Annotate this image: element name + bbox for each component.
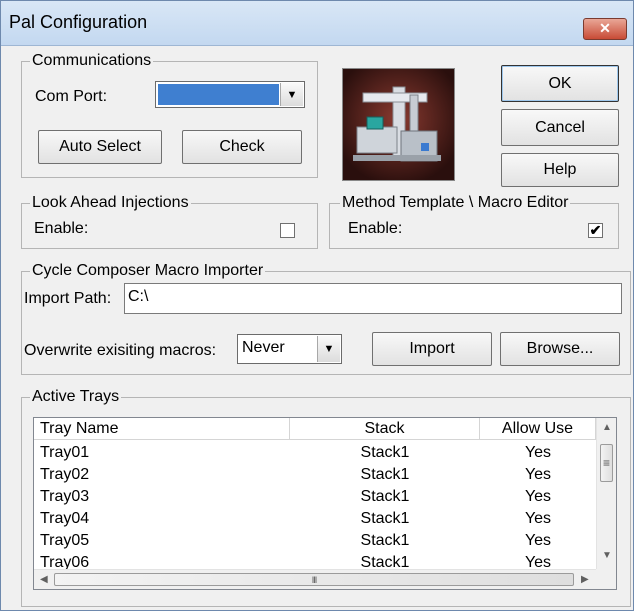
- tray-name-cell: Tray06: [40, 554, 90, 570]
- horizontal-scrollbar[interactable]: ◀ III ▶: [34, 569, 596, 589]
- scroll-down-icon[interactable]: ▼: [602, 550, 612, 561]
- allow-use-cell: Yes: [524, 532, 552, 549]
- communications-group: Communications Com Port: ▼ Auto Select C…: [21, 52, 318, 178]
- scroll-left-icon[interactable]: ◀: [40, 574, 48, 585]
- chevron-down-icon[interactable]: ▼: [280, 83, 303, 106]
- look-ahead-enable-label: Enable:: [34, 220, 89, 237]
- window-title: Pal Configuration: [9, 12, 148, 32]
- check-button[interactable]: Check: [182, 130, 302, 164]
- cycle-composer-legend: Cycle Composer Macro Importer: [30, 262, 266, 280]
- stack-cell: Stack1: [360, 444, 410, 461]
- method-template-group: Method Template \ Macro Editor Enable: ✔: [329, 194, 619, 249]
- allow-use-cell: Yes: [524, 510, 552, 527]
- stack-cell: Stack1: [360, 554, 410, 570]
- grip-icon: III: [311, 574, 317, 585]
- tray-name-cell: Tray03: [40, 488, 90, 505]
- import-path-label: Import Path:: [24, 290, 112, 307]
- table-row[interactable]: Tray05 Stack1 Yes: [34, 530, 596, 552]
- import-path-value: C:\: [128, 288, 149, 305]
- look-ahead-legend: Look Ahead Injections: [30, 194, 191, 212]
- method-template-legend: Method Template \ Macro Editor: [340, 194, 571, 212]
- active-trays-list[interactable]: Tray Name Stack Allow Use Tray01 Stack1 …: [33, 417, 617, 590]
- communications-legend: Communications: [30, 52, 154, 70]
- close-button[interactable]: ✕: [583, 18, 627, 40]
- column-header-tray-name[interactable]: Tray Name: [34, 418, 290, 440]
- checkmark-icon: ✔: [589, 222, 602, 238]
- pal-instrument-image: [342, 68, 455, 181]
- cancel-button[interactable]: Cancel: [501, 109, 619, 146]
- tray-name-cell: Tray01: [40, 444, 90, 461]
- vertical-scrollbar[interactable]: ▲ ≡ ▼: [596, 418, 616, 570]
- pal-configuration-window: Pal Configuration ✕ Communications Com P…: [0, 0, 634, 611]
- tray-name-cell: Tray02: [40, 466, 90, 483]
- browse-button[interactable]: Browse...: [500, 332, 620, 366]
- grip-icon: ≡: [602, 456, 610, 470]
- com-port-label: Com Port:: [35, 88, 108, 105]
- table-row[interactable]: Tray04 Stack1 Yes: [34, 508, 596, 530]
- allow-use-cell: Yes: [524, 554, 552, 570]
- import-button[interactable]: Import: [372, 332, 492, 366]
- chevron-down-icon[interactable]: ▼: [317, 336, 340, 362]
- active-trays-legend: Active Trays: [30, 388, 122, 406]
- stack-cell: Stack1: [360, 510, 410, 527]
- stack-cell: Stack1: [360, 466, 410, 483]
- help-button[interactable]: Help: [501, 153, 619, 187]
- look-ahead-group: Look Ahead Injections Enable:: [21, 194, 318, 249]
- autosampler-illustration: [343, 69, 454, 180]
- stack-cell: Stack1: [360, 532, 410, 549]
- tray-name-cell: Tray05: [40, 532, 90, 549]
- allow-use-cell: Yes: [524, 466, 552, 483]
- stack-cell: Stack1: [360, 488, 410, 505]
- cycle-composer-group: Cycle Composer Macro Importer Import Pat…: [21, 262, 631, 375]
- allow-use-cell: Yes: [524, 488, 552, 505]
- scroll-up-icon[interactable]: ▲: [602, 422, 612, 433]
- method-template-enable-label: Enable:: [348, 220, 403, 237]
- scrollbar-corner: [596, 569, 616, 589]
- method-template-enable-checkbox[interactable]: ✔: [588, 223, 603, 238]
- allow-use-cell: Yes: [524, 444, 552, 461]
- vertical-scroll-thumb[interactable]: ≡: [600, 444, 613, 482]
- look-ahead-enable-checkbox[interactable]: [280, 223, 295, 238]
- table-row[interactable]: Tray03 Stack1 Yes: [34, 486, 596, 508]
- table-row[interactable]: Tray01 Stack1 Yes: [34, 442, 596, 464]
- title-bar: Pal Configuration ✕: [1, 1, 633, 46]
- table-row[interactable]: Tray06 Stack1 Yes: [34, 552, 596, 570]
- overwrite-macros-label: Overwrite exisiting macros:: [24, 342, 217, 359]
- com-port-value: [158, 84, 279, 105]
- auto-select-button[interactable]: Auto Select: [38, 130, 162, 164]
- ok-button[interactable]: OK: [501, 65, 619, 102]
- scroll-right-icon[interactable]: ▶: [581, 574, 589, 585]
- table-row[interactable]: Tray02 Stack1 Yes: [34, 464, 596, 486]
- column-header-stack[interactable]: Stack: [290, 418, 480, 440]
- import-path-input[interactable]: C:\: [124, 283, 622, 314]
- tray-name-cell: Tray04: [40, 510, 90, 527]
- overwrite-macros-value: Never: [242, 339, 285, 356]
- horizontal-scroll-thumb[interactable]: III: [54, 573, 574, 586]
- close-icon: ✕: [599, 20, 611, 36]
- overwrite-macros-select[interactable]: Never ▼: [237, 334, 342, 364]
- column-header-allow-use[interactable]: Allow Use: [480, 418, 596, 440]
- tray-rows: Tray01 Stack1 Yes Tray02 Stack1 Yes Tray…: [34, 442, 596, 570]
- com-port-select[interactable]: ▼: [155, 81, 305, 108]
